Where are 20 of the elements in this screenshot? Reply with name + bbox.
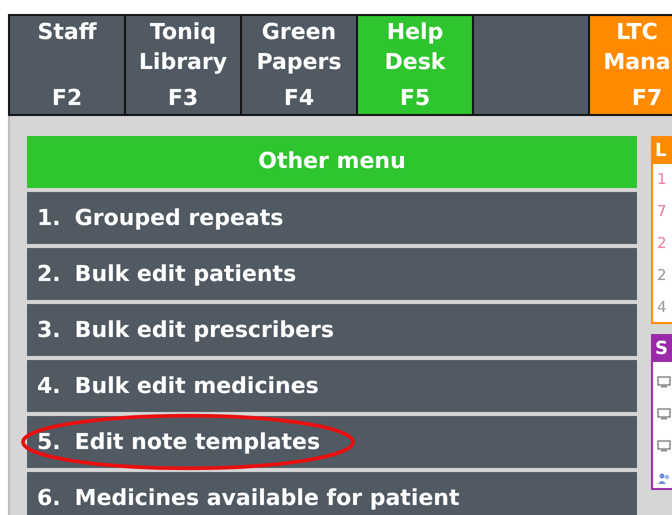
panel-line: 7 (657, 201, 668, 222)
panel-line: 2 (657, 233, 668, 254)
monitor-icon[interactable] (657, 440, 671, 452)
panel-line: 2 (657, 265, 668, 286)
menu-item[interactable]: 4. Bulk edit medicines (27, 360, 637, 412)
panel-line: 1 (657, 169, 668, 190)
menu-header: Other menu (27, 136, 637, 188)
function-key-tab[interactable]: Toniq Library F3 (124, 16, 240, 114)
function-key-tab[interactable]: Green Papers F4 (240, 16, 356, 114)
people-icon[interactable] (657, 472, 671, 484)
monitor-icon[interactable] (657, 408, 671, 420)
menu-item[interactable]: 2. Bulk edit patients (27, 248, 637, 300)
monitor-icon[interactable] (657, 376, 671, 388)
function-key-tab[interactable]: Staff F2 (8, 16, 124, 114)
panel-title: S (655, 338, 668, 359)
menu-item[interactable]: 6. Medicines available for patient (27, 472, 637, 515)
menu-item[interactable]: 1. Grouped repeats (27, 192, 637, 244)
menu-item[interactable]: 3. Bulk edit prescribers (27, 304, 637, 356)
panel-title: L (655, 140, 666, 161)
panel-line: 4 (657, 297, 668, 318)
